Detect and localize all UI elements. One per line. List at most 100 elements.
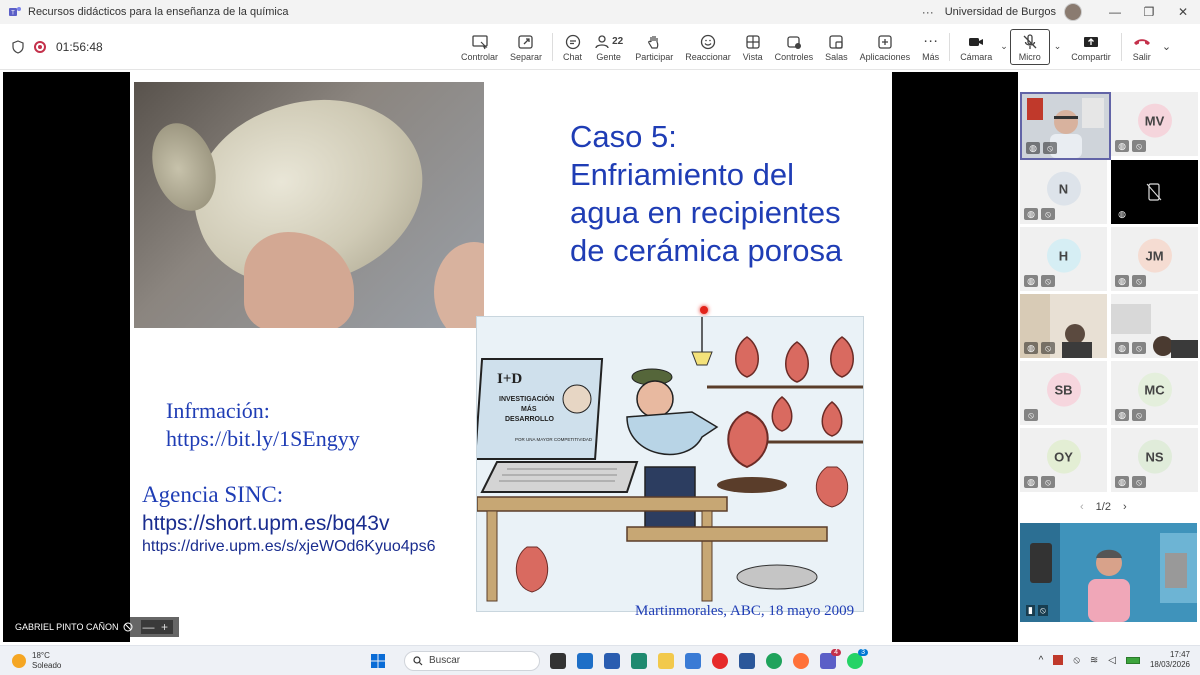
participant-avatar: MC [1137,372,1172,407]
sinc-label: Agencia SINC: [142,482,284,507]
slide-title: Caso 5: Enfriamiento del agua en recipie… [570,118,870,270]
speaker-name-tag: GABRIEL PINTO CAÑON — + [9,617,179,637]
next-page-button[interactable]: › [1123,501,1127,513]
apps-label: Aplicaciones [859,51,911,62]
word-icon[interactable] [739,652,755,669]
firefox-icon[interactable] [793,652,809,669]
previous-page-button[interactable]: ‹ [1080,501,1084,513]
raise-hand-button[interactable]: Participar [629,27,679,67]
whatsapp-icon[interactable]: 3 [847,648,868,669]
camera-options-chevron-icon[interactable]: ⌄ [1000,41,1008,52]
mic-button[interactable]: Micro [1009,28,1050,65]
slide-title-line: de cerámica porosa [570,233,843,268]
sun-icon [12,653,26,668]
chevron-up-icon[interactable]: ^ [1039,655,1044,666]
rooms-button[interactable]: Salas [819,27,854,67]
meeting-toolbar: 01:56:48 Controlar Separar Chat 22 Gente… [0,24,1200,70]
people-count: 22 [612,35,624,47]
laser-pointer [700,306,708,314]
participant-tile[interactable]: MV ◍ ⦸ [1111,92,1198,156]
popout-button[interactable]: Separar [504,27,548,67]
mic-label: Micro [1018,51,1041,62]
info-link[interactable]: https://bit.ly/1SEngyy [166,426,360,452]
chat-button[interactable]: Chat [557,27,588,67]
calculator-icon[interactable] [631,652,647,669]
teams-icon[interactable]: 4 [820,648,841,669]
people-button[interactable]: 22 Gente [588,27,629,67]
restore-button[interactable]: ❐ [1132,5,1166,19]
share-button[interactable]: Compartir [1065,27,1117,67]
participant-tile[interactable]: JM ◍ ⦸ [1111,227,1198,291]
participant-tile[interactable]: OY ◍ ⦸ [1020,428,1107,492]
popout-icon [518,34,533,49]
more-options-button[interactable]: ··· [911,5,945,19]
participant-tile[interactable]: NS ◍ ⦸ [1111,428,1198,492]
mic-off-icon: ⦸ [1132,140,1146,152]
sinc-link-drive[interactable]: https://drive.upm.es/s/xjeWOd6Kyuo4ps6 [142,538,435,556]
leave-options-chevron-icon[interactable]: ⌄ [1162,40,1171,53]
react-button[interactable]: Reaccionar [679,27,737,67]
taskbar-search[interactable]: Buscar [404,650,540,671]
participant-tile[interactable]: H ◍ ⦸ [1020,227,1107,291]
store-icon[interactable] [577,652,593,669]
app-icon[interactable] [1053,655,1064,665]
chat-label: Chat [563,51,583,62]
handoff-icon: ◍ [1115,342,1129,354]
handoff-icon: ◍ [1115,208,1129,220]
apps-button[interactable]: Aplicaciones [854,27,917,67]
mic-off-icon: ⦸ [1132,476,1146,488]
mic-off-icon: ⦸ [1132,275,1146,287]
participant-tile[interactable]: ◍ ⦸ [1020,294,1107,358]
search-icon [413,655,423,665]
more-button[interactable]: ··· Más [916,27,945,67]
organization-name[interactable]: Universidad de Burgos [945,6,1056,18]
opera-icon[interactable] [712,652,728,669]
windows-start-icon[interactable] [370,653,386,669]
add-app-icon [878,34,892,49]
shield-icon[interactable] [12,39,24,54]
zoom-in-button[interactable]: + [157,620,173,634]
temperature: 18°C [32,650,50,660]
app-icon[interactable] [604,652,620,669]
people-icon [595,34,609,48]
battery-icon[interactable] [1125,656,1140,664]
handoff-icon: ◍ [1024,476,1038,488]
os-taskbar: 18°C Soleado Buscar 4 3 ^ ⦸ ≋ ◁ 17:47 18… [0,645,1200,675]
leave-button[interactable]: Salir [1126,27,1158,67]
time: 17:47 [1169,650,1190,659]
slide-title-line: agua en recipientes [570,195,841,230]
zoom-out-button[interactable]: — [141,620,157,634]
app-icon[interactable] [685,652,701,669]
task-view-icon[interactable] [550,652,566,669]
account-avatar[interactable] [1064,3,1082,21]
sinc-link-short[interactable]: https://short.upm.es/bq43v [142,512,389,536]
mic-off-icon: ⦸ [1132,409,1146,421]
view-label: Vista [742,51,763,62]
control-button[interactable]: Controlar [455,27,504,67]
controls-button[interactable]: Controles [769,27,820,67]
mic-options-chevron-icon[interactable]: ⌄ [1054,41,1062,52]
weather-widget[interactable]: 18°C Soleado [0,651,370,671]
volume-icon[interactable]: ◁ [1108,655,1116,666]
participant-tile[interactable]: SB ⦸ [1020,361,1107,425]
minimize-button[interactable]: — [1098,5,1132,19]
camera-button[interactable]: Cámara [954,27,998,67]
shared-screen: Caso 5: Enfriamiento del agua en recipie… [3,72,1018,642]
participant-tile[interactable]: MC ◍ ⦸ [1111,361,1198,425]
participant-tile[interactable]: ◍ [1111,160,1198,224]
people-label: Gente [596,51,621,62]
clock[interactable]: 17:47 18/03/2026 [1150,650,1190,670]
cartoon-sign-small: POR UNA MAYOR COMPETITIVIDAD [515,437,593,442]
participant-tile[interactable]: N ◍ ⦸ [1020,160,1107,224]
wifi-icon[interactable]: ≋ [1090,655,1098,666]
slide-title-line: Enfriamiento del [570,157,795,192]
participant-tile[interactable]: ◍ ⦸ [1111,294,1198,358]
view-button[interactable]: Vista [737,27,769,67]
participant-tile[interactable]: ◍ ⦸ [1020,92,1111,160]
self-view-video[interactable]: ▮ ⦸ [1020,523,1197,622]
close-button[interactable]: ✕ [1166,5,1200,19]
edge-icon[interactable] [766,652,782,669]
mic-off-icon[interactable]: ⦸ [1073,655,1080,666]
file-explorer-icon[interactable] [658,652,674,669]
mic-muted-icon [123,622,133,632]
